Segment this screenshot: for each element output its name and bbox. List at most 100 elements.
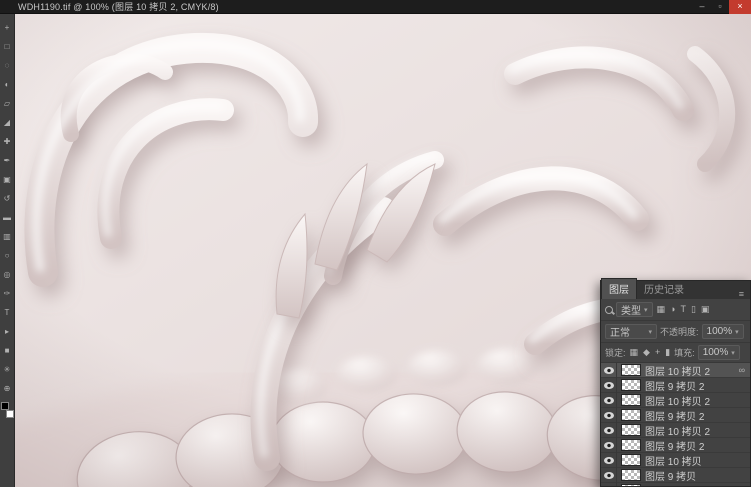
layers-panel: 图层 历史记录 ≡ 类型 ▾ ▦ ◑ T ▯ ▣ 正常 ▾ 不透明度: 100% [600, 278, 751, 487]
zoom-tool[interactable]: ⊕ [0, 379, 15, 398]
layer-thumbnail[interactable] [621, 424, 641, 436]
opacity-dropdown[interactable]: 100% ▾ [701, 324, 744, 339]
blur-tool[interactable]: ○ [0, 246, 15, 265]
visibility-eye-icon[interactable] [603, 441, 614, 449]
layer-row[interactable]: 图层 9 拷贝 [601, 467, 750, 483]
clone-stamp-tool[interactable]: ▣ [0, 170, 15, 189]
layer-thumbnail[interactable] [621, 409, 641, 421]
layer-row[interactable]: 图层 10 拷贝 2 [601, 422, 750, 438]
tab-layers[interactable]: 图层 [601, 278, 637, 299]
lasso-tool[interactable]: ◌ [0, 56, 15, 75]
lock-label: 锁定: [605, 348, 626, 358]
blend-mode-dropdown[interactable]: 正常 ▾ [605, 324, 657, 339]
layer-list: 图层 10 拷贝 2 ∞ 图层 9 拷贝 2 图层 10 拷贝 2 图层 9 拷… [601, 363, 750, 486]
layer-thumbnail[interactable] [621, 484, 641, 486]
layer-row[interactable]: 图层 10 拷贝 [601, 452, 750, 468]
move-tool[interactable]: + [0, 18, 15, 37]
opacity-value: 100% [706, 326, 733, 337]
layer-thumbnail[interactable] [621, 364, 641, 376]
fill-value: 100% [702, 347, 729, 358]
layer-name: 图层 9 拷贝 2 [645, 381, 705, 393]
layer-row[interactable]: 图层 9 拷贝 2 [601, 377, 750, 393]
layer-row[interactable]: 图层 10 拷贝 2 ∞ [601, 363, 750, 378]
eyedropper-tool[interactable]: ◢ [0, 113, 15, 132]
layer-name: 图层 10 拷贝 2 [645, 366, 711, 378]
document-title: WDH1190.tif @ 100% (图层 10 拷贝 2, CMYK/8) [18, 2, 219, 12]
layer-name: 图层 10 拷贝 2 [645, 396, 711, 408]
lock-pixels-icon[interactable]: ◆ [642, 348, 651, 357]
foreground-color-swatch[interactable] [0, 402, 9, 410]
marquee-tool[interactable]: □ [0, 37, 15, 56]
hand-tool[interactable]: ✳ [0, 360, 15, 379]
layer-thumbnail[interactable] [621, 379, 641, 391]
link-icon: ∞ [738, 365, 745, 375]
lock-transparency-icon[interactable]: ▦ [629, 348, 640, 357]
titlebar: WDH1190.tif @ 100% (图层 10 拷贝 2, CMYK/8) … [0, 0, 751, 14]
path-selection-tool[interactable]: ▸ [0, 322, 15, 341]
filter-type-dropdown[interactable]: 类型 ▾ [616, 302, 653, 317]
lock-row: 锁定: ▦ ◆ + ▮ 填充: 100% ▾ [601, 343, 750, 363]
eraser-tool[interactable]: ▬ [0, 208, 15, 227]
pixel-filter-icon[interactable]: ▦ [656, 305, 667, 314]
chevron-down-icon: ▾ [644, 306, 648, 314]
shape-tool[interactable]: ■ [0, 341, 15, 360]
color-swatches [0, 402, 14, 418]
layer-row[interactable]: 图层 9 拷贝 2 [601, 437, 750, 453]
filter-type-label: 类型 [621, 306, 641, 317]
type-tool[interactable]: T [0, 303, 15, 322]
fill-dropdown[interactable]: 100% ▾ [697, 345, 740, 360]
visibility-eye-icon[interactable] [603, 396, 614, 404]
visibility-eye-icon[interactable] [603, 456, 614, 464]
chevron-down-icon: ▾ [731, 349, 735, 357]
smart-object-filter-icon[interactable]: ▣ [700, 305, 711, 314]
chevron-down-icon: ▾ [648, 328, 652, 336]
layer-thumbnail[interactable] [621, 469, 641, 481]
type-filter-icon[interactable]: T [679, 305, 687, 314]
adjustment-filter-icon[interactable]: ◑ [669, 305, 676, 314]
panel-tab-bar: 图层 历史记录 ≡ [601, 278, 750, 299]
maximize-button[interactable]: ▫ [711, 0, 729, 14]
layer-name: 图层 9 拷贝 2 [645, 411, 705, 423]
dodge-tool[interactable]: ◎ [0, 265, 15, 284]
filter-search-icon[interactable] [605, 305, 613, 314]
shape-filter-icon[interactable]: ▯ [690, 305, 697, 314]
layer-thumbnail[interactable] [621, 454, 641, 466]
fill-label: 填充: [674, 348, 695, 358]
chevron-down-icon: ▾ [735, 328, 739, 336]
layer-name: 图层 10 拷贝 [645, 456, 702, 468]
layer-name: 图层 9 拷贝 2 [645, 441, 705, 453]
close-button[interactable]: × [729, 0, 751, 14]
pen-tool[interactable]: ✑ [0, 284, 15, 303]
visibility-eye-icon[interactable] [603, 426, 614, 434]
tools-panel: + □ ◌ ◐ ▱ ◢ ✚ ✒ ▣ ↺ ▬ ▥ ○ ◎ ✑ T ▸ ■ ✳ ⊕ [0, 14, 15, 487]
window-controls: – ▫ × [693, 0, 751, 14]
layer-row[interactable]: 图层 10 拷贝 2 [601, 392, 750, 408]
lock-position-icon[interactable]: + [654, 348, 661, 357]
layer-name: 图层 9 拷贝 [645, 471, 697, 483]
layer-thumbnail[interactable] [621, 394, 641, 406]
tab-history[interactable]: 历史记录 [637, 279, 691, 299]
brush-tool[interactable]: ✒ [0, 151, 15, 170]
opacity-label: 不透明度: [660, 327, 699, 337]
crop-tool[interactable]: ▱ [0, 94, 15, 113]
layer-filter-row: 类型 ▾ ▦ ◑ T ▯ ▣ [601, 299, 750, 321]
blend-mode-row: 正常 ▾ 不透明度: 100% ▾ [601, 321, 750, 343]
layer-row[interactable]: 图层 9 拷贝 2 [601, 407, 750, 423]
layer-row[interactable]: 图层 10 [601, 482, 750, 487]
photoshop-window: WDH1190.tif @ 100% (图层 10 拷贝 2, CMYK/8) … [0, 0, 751, 487]
visibility-eye-icon[interactable] [603, 381, 614, 389]
minimize-button[interactable]: – [693, 0, 711, 14]
history-brush-tool[interactable]: ↺ [0, 189, 15, 208]
visibility-eye-icon[interactable] [603, 366, 614, 374]
layer-thumbnail[interactable] [621, 439, 641, 451]
quick-selection-tool[interactable]: ◐ [0, 75, 15, 94]
gradient-tool[interactable]: ▥ [0, 227, 15, 246]
lock-all-icon[interactable]: ▮ [664, 348, 671, 357]
background-color-swatch[interactable] [5, 410, 14, 418]
visibility-eye-icon[interactable] [603, 471, 614, 479]
layer-name: 图层 10 拷贝 2 [645, 426, 711, 438]
layer-name: 图层 10 [645, 483, 747, 487]
visibility-eye-icon[interactable] [603, 411, 614, 419]
healing-brush-tool[interactable]: ✚ [0, 132, 15, 151]
panel-menu-icon[interactable]: ≡ [735, 289, 748, 299]
